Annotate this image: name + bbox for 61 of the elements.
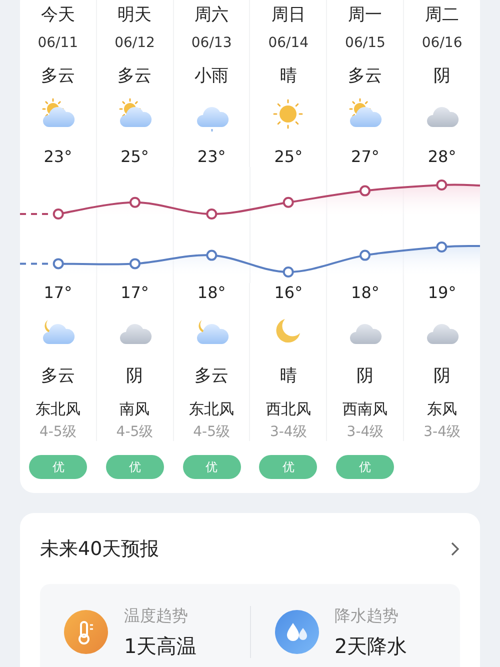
wind-direction: 南风 [120, 399, 150, 419]
date: 06/15 [345, 34, 386, 53]
high-temperature: 27° [351, 147, 380, 167]
weather-text: 阴 [434, 365, 451, 387]
high-temperature: 28° [428, 147, 456, 167]
chevron-right-icon[interactable] [450, 541, 460, 558]
weather-text: 多云 [40, 365, 75, 387]
wind-direction: 东风 [427, 399, 458, 419]
date: 06/13 [191, 34, 232, 53]
low-temperature: 18° [197, 283, 226, 303]
wind-level: 4-5级 [193, 423, 230, 441]
air-quality-badge: 优 [182, 455, 241, 479]
low-temperature: 18° [351, 283, 380, 303]
weather-text: 多云 [194, 365, 229, 387]
weather-text: 晴 [280, 365, 297, 387]
day-name: 明天 [118, 4, 152, 26]
wind-direction: 西南风 [342, 399, 388, 419]
low-temperature: 17° [120, 283, 149, 303]
weather-text: 阴 [356, 365, 374, 387]
weather-text: 多云 [118, 65, 152, 87]
low-temperature: 19° [428, 283, 456, 303]
day-name: 周一 [348, 4, 382, 26]
wind-direction: 东北风 [189, 399, 234, 419]
wind-level: 3-4级 [346, 423, 384, 441]
wind-level: 4-5级 [116, 423, 154, 441]
trend-label: 温度趋势 [124, 606, 189, 626]
date: 06/16 [422, 34, 462, 53]
high-temperature: 23° [44, 147, 72, 167]
air-quality-badge: 优 [29, 455, 88, 479]
high-temperature: 25° [274, 147, 303, 167]
high-temperature: 25° [120, 147, 149, 167]
low-temperature: 16° [274, 283, 303, 303]
wind-level: 3-4级 [270, 423, 307, 441]
date: 06/11 [38, 34, 78, 53]
air-quality-badge: 优 [259, 455, 318, 479]
water-drops-icon [274, 610, 318, 654]
section-title: 未来40天预报 [40, 537, 160, 562]
low-temperature: 17° [44, 283, 72, 303]
weather-text: 小雨 [194, 65, 229, 87]
day-name: 周六 [194, 4, 229, 26]
high-temperature: 23° [197, 147, 226, 167]
date: 06/14 [268, 34, 309, 53]
weather-text: 多云 [40, 65, 75, 87]
day-name: 今天 [40, 4, 75, 26]
trend-label: 降水趋势 [334, 606, 400, 626]
date: 06/12 [114, 34, 155, 53]
weather-text: 多云 [348, 65, 382, 87]
weather-text: 阴 [434, 65, 451, 87]
air-quality-badge: 优 [336, 455, 394, 479]
day-name: 周二 [425, 4, 460, 26]
wind-level: 4-5级 [39, 423, 76, 441]
weather-text: 晴 [280, 65, 297, 87]
weather-text: 阴 [126, 365, 144, 387]
wind-direction: 西北风 [266, 399, 311, 419]
wind-level: 3-4级 [424, 423, 460, 441]
thermometer-icon [64, 610, 108, 654]
day-name: 周日 [271, 4, 306, 26]
trend-value: 2天降水 [334, 634, 408, 658]
trend-value: 1天高温 [124, 634, 197, 658]
air-quality-badge: 优 [106, 455, 164, 479]
wind-direction: 东北风 [35, 399, 80, 419]
